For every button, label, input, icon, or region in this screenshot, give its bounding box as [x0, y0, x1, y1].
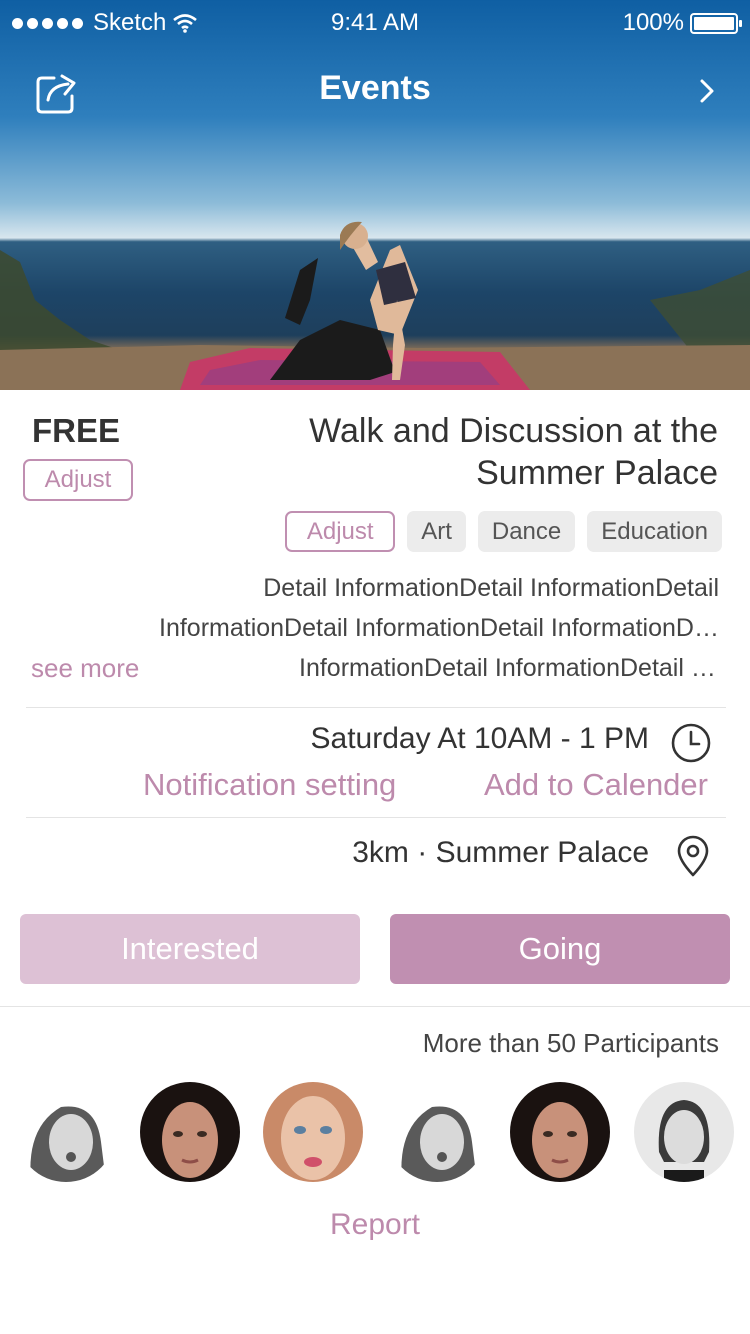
report-link[interactable]: Report — [0, 1208, 750, 1242]
nav-bar: Events — [0, 60, 750, 120]
interested-button[interactable]: Interested — [20, 914, 360, 984]
page-title: Events — [319, 69, 431, 107]
adjust-price-button[interactable]: Adjust — [23, 459, 133, 501]
avatar[interactable] — [139, 1082, 240, 1182]
divider — [0, 1006, 750, 1007]
avatar-portrait — [16, 1082, 116, 1182]
divider — [26, 817, 726, 818]
tag-list: Adjust Art Dance Education — [285, 511, 722, 552]
event-detail: Detail InformationDetail InformationDeta… — [159, 568, 719, 688]
divider — [26, 707, 726, 708]
notification-setting-link[interactable]: Notification setting — [143, 767, 396, 803]
detail-line: InformationDetail InformationDetail Info… — [159, 614, 719, 642]
avatar-portrait — [633, 1082, 734, 1182]
participants-count: More than 50 Participants — [422, 1028, 719, 1058]
tag-dance[interactable]: Dance — [477, 511, 576, 552]
location-pin-icon — [677, 835, 709, 877]
avatar[interactable] — [510, 1082, 611, 1182]
avatar[interactable] — [16, 1082, 116, 1182]
going-button[interactable]: Going — [390, 914, 730, 984]
status-bar: Sketch 9:41 AM 100% — [0, 0, 750, 44]
price-label: FREE — [32, 412, 121, 449]
battery-percent: 100% — [622, 9, 684, 36]
event-title: Walk and Discussion at the Summer Palace — [309, 412, 718, 492]
see-more-link[interactable]: see more — [31, 648, 139, 688]
hero-image: Sketch 9:41 AM 100% Events — [0, 0, 750, 390]
avatar-portrait — [263, 1082, 364, 1182]
detail-line: Detail InformationDetail InformationDeta… — [263, 574, 719, 602]
avatar[interactable] — [633, 1082, 734, 1182]
yoga-photo — [0, 221, 750, 390]
chevron-right-icon[interactable] — [694, 76, 720, 106]
avatar-portrait — [510, 1082, 611, 1182]
avatar-portrait — [386, 1082, 487, 1182]
avatar[interactable] — [263, 1082, 364, 1182]
avatar[interactable] — [386, 1082, 487, 1182]
add-to-calendar-link[interactable]: Add to Calender — [484, 767, 708, 803]
adjust-tags-button[interactable]: Adjust — [285, 511, 396, 552]
avatar-portrait — [139, 1082, 240, 1182]
tag-art[interactable]: Art — [407, 511, 466, 552]
event-location: 3km · Summer Palace — [352, 836, 649, 869]
detail-line: InformationDetail InformationDetail Inf.… — [299, 654, 719, 682]
tag-education[interactable]: Education — [587, 511, 722, 552]
battery-icon — [690, 12, 742, 34]
event-time: Saturday At 10AM - 1 PM — [310, 722, 649, 755]
participant-avatars — [16, 1082, 734, 1182]
clock-icon — [671, 723, 711, 763]
